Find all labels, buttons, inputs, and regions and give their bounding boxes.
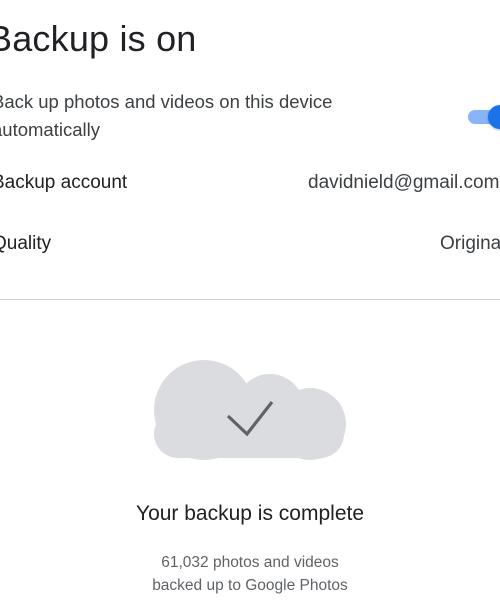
backup-status-title: Your backup is complete: [135, 502, 365, 525]
quality-value: Original: [440, 233, 500, 254]
backup-status-destination: backed up to Google Photos: [152, 577, 348, 594]
page-title: Backup is on: [0, 18, 197, 59]
backup-settings-page: Backup is on Back up photos and videos o…: [0, 0, 500, 600]
cloud-check-icon: [154, 360, 346, 460]
auto-backup-switch[interactable]: [462, 104, 500, 130]
backup-account-label: Backup account: [0, 172, 128, 193]
auto-backup-label: Back up photos and videos on this device…: [0, 91, 333, 140]
backup-status-detail: 61,032 photos and videos backed up to Go…: [0, 551, 500, 597]
backup-status-count: 61,032 photos and videos: [161, 554, 339, 571]
quality-label: Quality: [0, 233, 52, 254]
switch-thumb: [488, 105, 500, 129]
backup-account-value: davidnield@gmail.com: [308, 172, 500, 193]
auto-backup-toggle-row[interactable]: Back up photos and videos on this device…: [0, 88, 500, 152]
section-divider: [0, 299, 500, 300]
backup-account-row[interactable]: Backup account davidnield@gmail.com: [0, 172, 500, 204]
quality-row[interactable]: Quality Original: [0, 233, 500, 265]
